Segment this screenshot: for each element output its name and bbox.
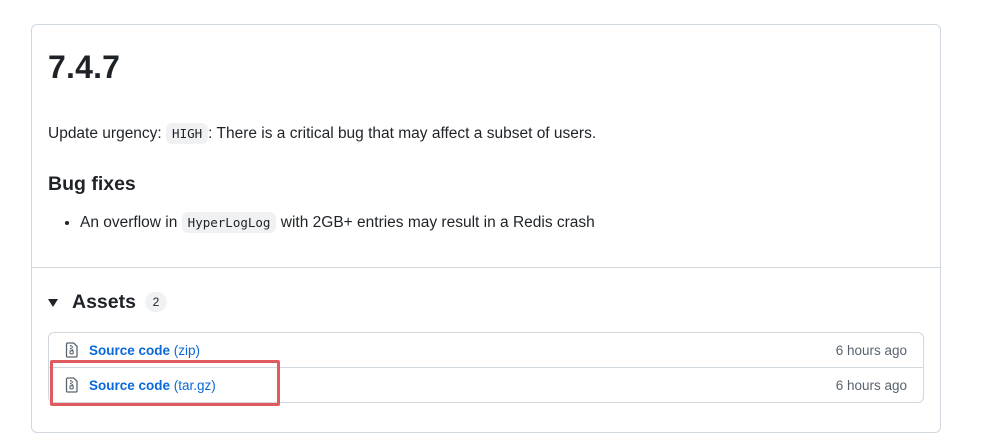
urgency-prefix: Update urgency: xyxy=(48,125,167,142)
asset-name: Source code xyxy=(89,377,171,393)
bug-fixes-heading: Bug fixes xyxy=(48,173,136,195)
asset-row-zip: Source code (zip) 6 hours ago xyxy=(49,333,923,367)
asset-row-targz: Source code (tar.gz) 6 hours ago xyxy=(49,367,923,402)
asset-time: 6 hours ago xyxy=(835,377,907,393)
release-title: 7.4.7 xyxy=(48,49,121,85)
bug-item-prefix: An overflow in xyxy=(80,214,182,231)
assets-section: Assets 2 Source code (zip) 6 hours ago S… xyxy=(32,268,940,434)
asset-name: Source code xyxy=(89,342,171,358)
bug-item-suffix: with 2GB+ entries may result in a Redis … xyxy=(276,214,595,231)
asset-link-targz[interactable]: Source code (tar.gz) xyxy=(89,378,216,393)
asset-ext: (tar.gz) xyxy=(173,377,216,393)
asset-list: Source code (zip) 6 hours ago Source cod… xyxy=(48,332,924,403)
file-zip-icon xyxy=(65,377,78,393)
release-notes: 7.4.7 Update urgency: HIGH: There is a c… xyxy=(32,25,940,268)
asset-ext: (zip) xyxy=(173,342,201,358)
bug-fixes-list: An overflow in HyperLogLog with 2GB+ ent… xyxy=(48,211,595,235)
release-card: 7.4.7 Update urgency: HIGH: There is a c… xyxy=(31,24,941,433)
list-item: An overflow in HyperLogLog with 2GB+ ent… xyxy=(80,211,595,235)
urgency-text: : There is a critical bug that may affec… xyxy=(208,125,597,142)
caret-down-icon xyxy=(48,299,58,307)
assets-toggle[interactable]: Assets 2 xyxy=(48,289,167,315)
file-zip-icon xyxy=(65,342,78,358)
asset-link-zip[interactable]: Source code (zip) xyxy=(89,343,200,358)
urgency-line: Update urgency: HIGH: There is a critica… xyxy=(48,122,596,146)
assets-title: Assets xyxy=(72,291,136,313)
asset-time: 6 hours ago xyxy=(835,342,907,358)
bug-item-code: HyperLogLog xyxy=(181,212,277,233)
urgency-code: HIGH xyxy=(166,123,209,144)
assets-count-badge: 2 xyxy=(144,292,167,312)
